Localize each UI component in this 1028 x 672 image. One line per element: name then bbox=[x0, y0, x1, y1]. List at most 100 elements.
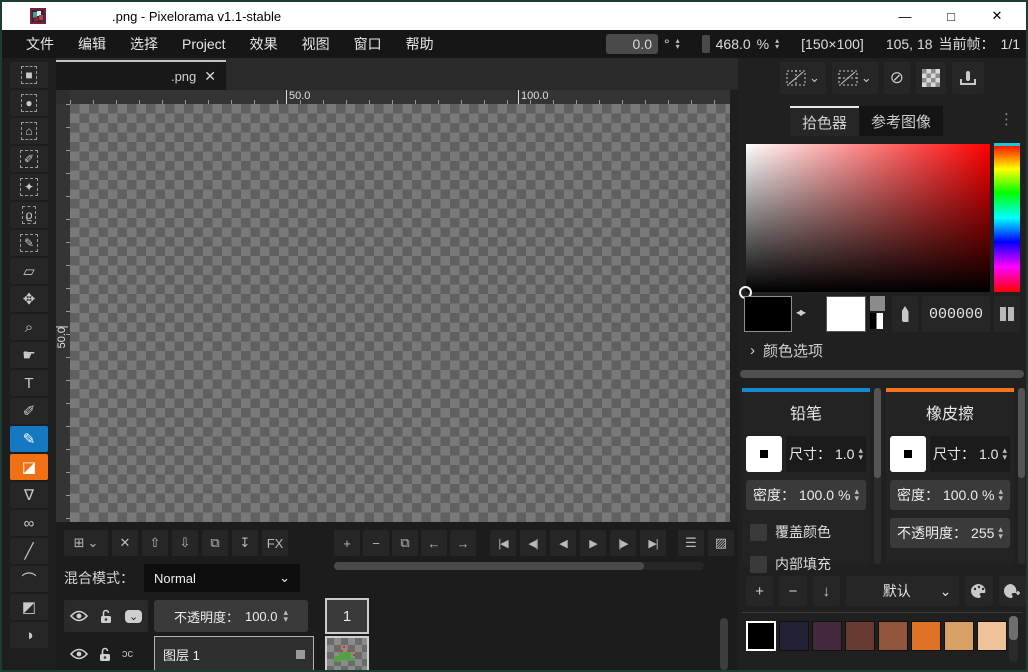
stamp-button[interactable] bbox=[952, 62, 984, 94]
zoom-spinner[interactable]: ▴▾ bbox=[775, 38, 779, 50]
menu-item-5[interactable]: 效果 bbox=[238, 30, 290, 58]
hue-cursor[interactable] bbox=[994, 143, 1020, 146]
maximize-button[interactable]: □ bbox=[928, 2, 974, 30]
drawing-canvas[interactable] bbox=[70, 104, 730, 522]
link-cels-icon[interactable]: ɔc bbox=[122, 648, 133, 660]
pencil-tool[interactable]: ✎ bbox=[10, 426, 48, 452]
remove-frame-button[interactable]: − bbox=[363, 530, 389, 556]
merge-layer-button[interactable]: ↧ bbox=[232, 530, 258, 556]
play-backwards-button[interactable]: ◀ bbox=[550, 530, 576, 556]
menu-item-7[interactable]: 窗口 bbox=[342, 30, 394, 58]
palette-swatch-4[interactable] bbox=[845, 621, 875, 651]
move-frame-left-button[interactable]: ← bbox=[421, 530, 447, 556]
menu-item-3[interactable]: 选择 bbox=[118, 30, 170, 58]
pencil-density-spinbox[interactable]: 密度： 100.0 % ▴▾ bbox=[746, 480, 866, 510]
tab-color-picker[interactable]: 拾色器 bbox=[790, 106, 859, 136]
blend-mode-dropdown[interactable]: Normal ⌄ bbox=[144, 564, 300, 592]
eyedropper-button[interactable] bbox=[892, 296, 918, 332]
hue-slider[interactable] bbox=[994, 144, 1020, 292]
secondary-color-swatch[interactable] bbox=[826, 296, 866, 332]
eraser-density-spinbox[interactable]: 密度： 100.0 % ▴▾ bbox=[890, 480, 1010, 510]
cel-options-icon[interactable]: ⌄ bbox=[125, 610, 142, 623]
kebab-menu-icon[interactable]: ⋮ bbox=[999, 110, 1014, 128]
add-layer-button[interactable]: ⊞⌄ bbox=[64, 530, 108, 556]
minimize-button[interactable]: — bbox=[882, 2, 928, 30]
layer-name-field[interactable]: 图层 1 bbox=[154, 636, 314, 672]
rotation-input[interactable]: 0.0 bbox=[606, 34, 658, 54]
ellipse-select-tool[interactable]: ● bbox=[10, 90, 48, 116]
saturation-value-square[interactable] bbox=[746, 144, 990, 292]
timeline-horizontal-scrollbar[interactable] bbox=[334, 562, 704, 570]
palette-swatch-2[interactable] bbox=[779, 621, 809, 651]
clone-layer-button[interactable]: ⧉ bbox=[202, 530, 228, 556]
line-tool[interactable]: ╱ bbox=[10, 538, 48, 564]
layer-opacity-spinbox[interactable]: 不透明度： 100.0 ▴▾ bbox=[154, 600, 308, 632]
remove-color-button[interactable]: − bbox=[779, 576, 806, 606]
rectangle-select-tool[interactable]: ■ bbox=[10, 62, 48, 88]
palette-select-dropdown[interactable]: 默认 ⌄ bbox=[846, 576, 960, 606]
eraser-tool[interactable]: ◪ bbox=[10, 454, 48, 480]
move-layer-up-button[interactable]: ⇧ bbox=[142, 530, 168, 556]
menu-item-8[interactable]: 帮助 bbox=[394, 30, 446, 58]
palette-swatch-3[interactable] bbox=[812, 621, 842, 651]
move-frame-right-button[interactable]: → bbox=[450, 530, 476, 556]
palette-swatch-5[interactable] bbox=[878, 621, 908, 651]
primary-color-swatch[interactable] bbox=[744, 296, 792, 332]
shading-tool[interactable]: ∞ bbox=[10, 510, 48, 536]
move-tool[interactable]: ✥ bbox=[10, 286, 48, 312]
tab-reference-images[interactable]: 参考图像 bbox=[859, 106, 943, 136]
lasso-tool[interactable]: ϱ bbox=[10, 202, 48, 228]
bucket-tool[interactable]: ∇ bbox=[10, 482, 48, 508]
next-frame-button[interactable]: |▶ bbox=[610, 530, 636, 556]
mirror-y-button[interactable]: ⌄ bbox=[832, 62, 878, 94]
zoom-tool[interactable]: ⌕ bbox=[10, 314, 48, 340]
close-button[interactable]: ✕ bbox=[974, 2, 1020, 30]
color-sliders-mode-button[interactable] bbox=[994, 296, 1020, 332]
move-layer-down-button[interactable]: ⇩ bbox=[172, 530, 198, 556]
previous-frame-button[interactable]: ◀| bbox=[520, 530, 546, 556]
pixel-perfect-button[interactable]: ⊘ bbox=[884, 62, 910, 94]
eraser-panel-scrollbar[interactable] bbox=[1018, 388, 1025, 564]
swap-colors-icon[interactable]: ◂▸ bbox=[796, 305, 804, 319]
rectangle-tool[interactable]: ◩ bbox=[10, 594, 48, 620]
zoom-slider-handle[interactable] bbox=[702, 35, 710, 53]
clone-frame-button[interactable]: ⧉ bbox=[392, 530, 418, 556]
menu-item-4[interactable]: Project bbox=[170, 32, 238, 56]
palette-scrollbar[interactable] bbox=[1009, 616, 1018, 662]
pencil-panel-scrollbar[interactable] bbox=[874, 388, 881, 564]
pan-tool[interactable]: ☛ bbox=[10, 342, 48, 368]
rotation-spinner[interactable]: ▴▾ bbox=[676, 38, 680, 50]
palette-swatch-7[interactable] bbox=[944, 621, 974, 651]
lock-icon[interactable] bbox=[99, 609, 113, 624]
hex-color-input[interactable]: 000000 bbox=[922, 296, 990, 332]
first-frame-button[interactable]: |◀ bbox=[490, 530, 516, 556]
polygon-select-tool[interactable]: ⌂ bbox=[10, 118, 48, 144]
overwrite-color-checkbox[interactable] bbox=[750, 524, 767, 541]
color-select-tool[interactable]: ✐ bbox=[10, 146, 48, 172]
play-button[interactable]: ▶ bbox=[580, 530, 606, 556]
mirror-x-button[interactable]: ⌄ bbox=[780, 62, 826, 94]
layer-fx-button[interactable]: FX bbox=[262, 530, 288, 556]
palette-swatch-1[interactable] bbox=[746, 621, 776, 651]
eraser-brush-button[interactable] bbox=[890, 436, 926, 472]
add-color-button[interactable]: + bbox=[746, 576, 773, 606]
add-frame-button[interactable]: + bbox=[334, 530, 360, 556]
edit-palette-button[interactable] bbox=[965, 576, 992, 606]
color-options-expander[interactable]: › 颜色选项 bbox=[750, 340, 823, 361]
layer-visibility-eye-icon[interactable] bbox=[70, 648, 88, 660]
curve-tool[interactable]: ⌒ bbox=[10, 566, 48, 592]
sort-palette-button[interactable]: ↓ bbox=[813, 576, 840, 606]
text-tool[interactable]: T bbox=[10, 370, 48, 396]
onion-skinning-button[interactable]: ▨ bbox=[708, 530, 734, 556]
timeline-vertical-scrollbar[interactable] bbox=[720, 618, 728, 670]
layer-lock-icon[interactable] bbox=[98, 647, 112, 662]
frame-1-button[interactable]: 1 bbox=[325, 598, 369, 634]
crop-tool[interactable]: ▱ bbox=[10, 258, 48, 284]
timeline-settings-button[interactable]: ☰ bbox=[678, 530, 704, 556]
menu-item-6[interactable]: 视图 bbox=[290, 30, 342, 58]
opacity-spinner-arrows[interactable]: ▴▾ bbox=[284, 609, 289, 623]
delete-layer-button[interactable]: ✕ bbox=[112, 530, 138, 556]
tab-close-icon[interactable]: ✕ bbox=[204, 68, 216, 85]
visibility-eye-icon[interactable] bbox=[70, 610, 88, 622]
pencil-size-spinbox[interactable]: 尺寸： 1.0 ▴▾ bbox=[786, 436, 866, 472]
